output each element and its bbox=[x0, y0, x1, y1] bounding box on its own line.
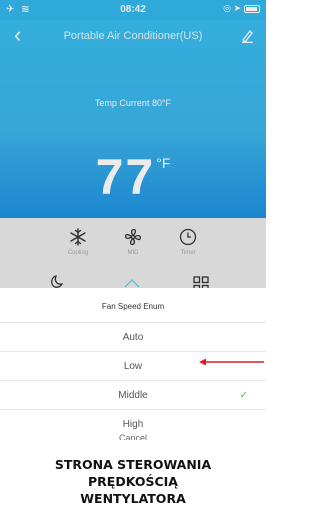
phone-screen: ✈ ≋ 08:42 ◎ ➤ ‹ Portable Air Conditioner… bbox=[0, 0, 266, 440]
option-middle[interactable]: Middle ✓ bbox=[0, 380, 266, 409]
option-middle-label: Middle bbox=[118, 390, 148, 401]
option-auto[interactable]: Auto bbox=[0, 322, 266, 351]
sheet-title: Fan Speed Enum bbox=[0, 290, 266, 323]
caption-line-1: STRONA STEROWANIA bbox=[54, 457, 212, 472]
caption: STRONA STEROWANIA PRĘDKOŚCIĄ WENTYLATORA bbox=[0, 456, 266, 507]
caption-line-3: WENTYLATORA bbox=[80, 491, 186, 506]
cancel-button[interactable]: Cancel bbox=[0, 431, 266, 440]
selected-check-icon: ✓ bbox=[239, 390, 248, 401]
annotation-arrow-icon bbox=[199, 358, 264, 366]
caption-line-2: PRĘDKOŚCIĄ bbox=[88, 474, 178, 489]
